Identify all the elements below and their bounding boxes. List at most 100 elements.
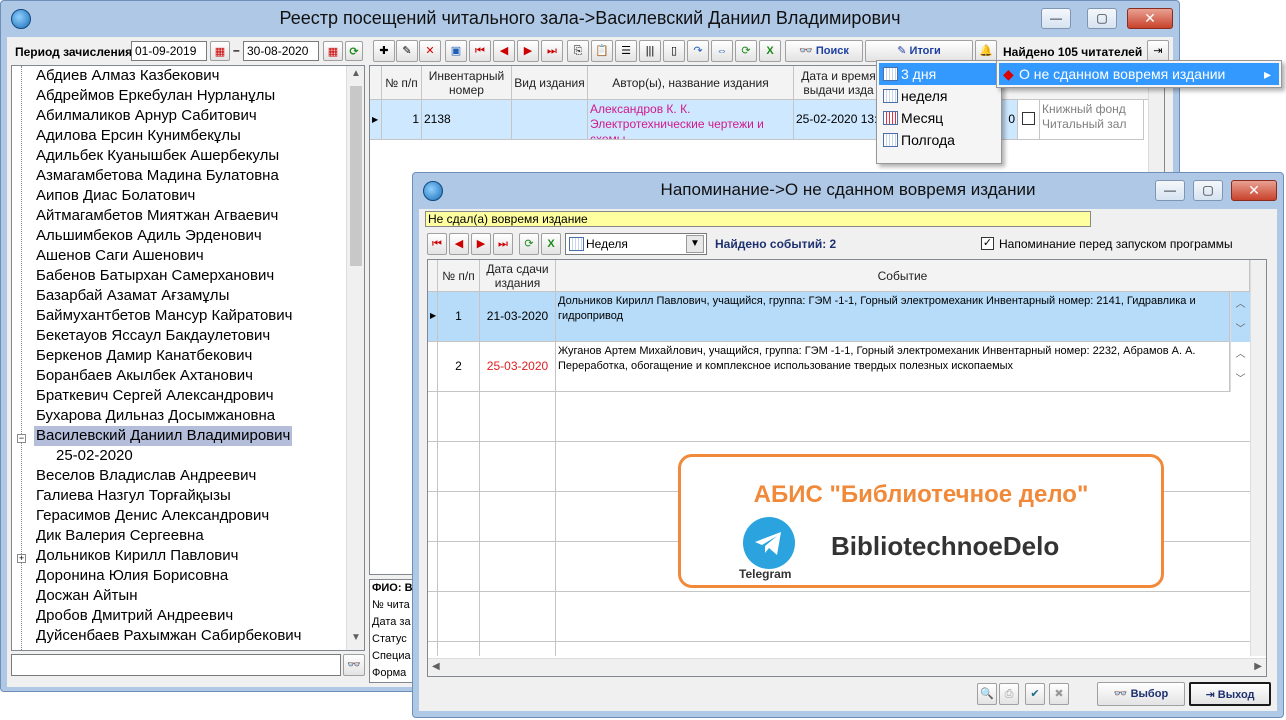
reminder-minimize-button[interactable]: — xyxy=(1155,180,1185,201)
events-row1-event[interactable]: Дольников Кирилл Павлович, учащийся, гру… xyxy=(556,292,1230,342)
menu-item-halfyear[interactable]: Полгода xyxy=(879,129,999,151)
expand-toggle[interactable]: + xyxy=(17,554,26,563)
menu-item-month[interactable]: Месяц xyxy=(879,107,999,129)
scroll-right-icon[interactable]: ▶ xyxy=(1254,661,1262,672)
minimize-button[interactable]: — xyxy=(1041,8,1071,29)
tree-reader-item[interactable]: Василевский Даниил Владимирович xyxy=(34,426,293,446)
maximize-button[interactable]: ▢ xyxy=(1087,8,1117,29)
barcode-small-icon[interactable]: ▯ xyxy=(663,40,685,62)
tree-reader-item[interactable]: Базарбай Азамат Ағзамұлы xyxy=(34,286,231,306)
row-scroll-down-icon[interactable]: ﹀ xyxy=(1231,370,1250,385)
paste-icon[interactable]: 📋 xyxy=(591,40,613,62)
reminder-maximize-button[interactable]: ▢ xyxy=(1193,180,1223,201)
tree-reader-item[interactable]: Герасимов Денис Александрович xyxy=(34,506,271,526)
visits-cell-fund[interactable]: Книжный фонд Читальный зал xyxy=(1040,100,1144,140)
row-scroll-down-icon[interactable]: ﹀ xyxy=(1231,320,1250,335)
tree-reader-item[interactable]: Бабенов Батырхан Самерханович xyxy=(34,266,276,286)
tree-reader-item[interactable]: Абилмаликов Арнур Сабитович xyxy=(34,106,259,126)
submenu-item-overdue[interactable]: ◆ О не сданном вовремя издании ▸ xyxy=(999,63,1279,85)
list-icon[interactable]: ☰ xyxy=(615,40,637,62)
tree-reader-item[interactable]: Бекетауов Яссаул Бакдаулетович xyxy=(34,326,272,346)
expand-icon[interactable]: ⇔ xyxy=(711,40,733,62)
exit-door-icon[interactable]: ⇥ xyxy=(1147,40,1169,62)
tree-reader-item[interactable]: Дуйсенбаев Рахымжан Сабирбекович xyxy=(34,626,304,646)
period-select[interactable]: Неделя ▼ xyxy=(565,233,707,255)
events-row1-scrollbar[interactable]: ︿ ﹀ xyxy=(1230,292,1250,342)
events-row1-num[interactable]: 1 xyxy=(438,292,480,342)
row-scroll-up-icon[interactable]: ︿ xyxy=(1231,345,1250,360)
events-row2-num[interactable]: 2 xyxy=(438,342,480,392)
preview-icon[interactable]: 🔍 xyxy=(977,683,997,705)
tree-reader-item[interactable]: Доронина Юлия Борисовна xyxy=(34,566,230,586)
date-to-field[interactable]: 30-08-2020 xyxy=(243,41,319,61)
remind-checkbox[interactable]: ✓ xyxy=(981,237,994,250)
return-icon[interactable]: ↷ xyxy=(687,40,709,62)
scroll-left-icon[interactable]: ◀ xyxy=(432,661,440,672)
scroll-down-icon[interactable]: ▼ xyxy=(347,632,364,643)
exit-button[interactable]: ⇥ Выход xyxy=(1189,682,1271,706)
tree-reader-item[interactable]: Браткевич Сергей Александрович xyxy=(34,386,276,406)
tree-reader-item[interactable]: Веселов Владислав Андреевич xyxy=(34,466,258,486)
totals-button[interactable]: ✎ Итоги xyxy=(865,40,973,62)
close-button[interactable]: ✕ xyxy=(1127,8,1173,29)
excel-events-icon[interactable]: X xyxy=(541,233,561,255)
tree-reader-item[interactable]: Боранбаев Акылбек Ахтанович xyxy=(34,366,255,386)
chevron-down-icon[interactable]: ▼ xyxy=(686,235,704,253)
calendar-to-icon[interactable]: ▦ xyxy=(323,41,343,61)
reader-tree[interactable]: Абдиев Алмаз Казбекович Абдреймов Еркебул… xyxy=(11,65,365,651)
first-record-icon[interactable]: ⏮ xyxy=(469,40,491,62)
clear-icon[interactable]: ✖ xyxy=(1049,683,1069,705)
last-event-icon[interactable]: ⏭ xyxy=(493,233,513,255)
tree-reader-item[interactable]: Айтмагамбетов Миятжан Агваевич xyxy=(34,206,280,226)
date-from-field[interactable]: 01-09-2019 xyxy=(131,41,207,61)
delete-icon[interactable]: ✕ xyxy=(419,40,441,62)
visits-cell-date[interactable]: 25-02-2020 13: xyxy=(794,100,884,140)
events-row2-scrollbar[interactable]: ︿ ﹀ xyxy=(1230,342,1250,392)
events-hscrollbar[interactable]: ◀ ▶ xyxy=(428,658,1266,676)
tree-reader-item[interactable]: Ашенов Саги Ашенович xyxy=(34,246,206,266)
reader-search-input[interactable] xyxy=(11,654,341,676)
reload-icon[interactable]: ⟳ xyxy=(735,40,757,62)
tree-reader-item[interactable]: Бухарова Дильназ Досымжановна xyxy=(34,406,277,426)
tree-reader-item[interactable]: Аипов Диас Болатович xyxy=(34,186,197,206)
visits-checkbox[interactable] xyxy=(1022,112,1035,125)
reminder-close-button[interactable]: ✕ xyxy=(1231,180,1277,201)
search-button[interactable]: 👓 Поиск xyxy=(785,40,863,62)
print-icon[interactable]: ⎙ xyxy=(999,683,1019,705)
visits-cell-check[interactable] xyxy=(1018,100,1040,140)
prev-event-icon[interactable]: ◀ xyxy=(449,233,469,255)
refresh-events-icon[interactable]: ⟳ xyxy=(519,233,539,255)
row-scroll-up-icon[interactable]: ︿ xyxy=(1231,295,1250,310)
tree-reader-item[interactable]: Галиева Назгул Торғайқызы xyxy=(34,486,233,506)
visits-cell-title[interactable]: Александров К. К. Электротехнические чер… xyxy=(588,100,794,140)
tree-reader-item[interactable]: Абдиев Алмаз Казбекович xyxy=(34,66,221,86)
scroll-up-icon[interactable]: ▲ xyxy=(347,68,364,79)
scroll-thumb[interactable] xyxy=(350,86,362,266)
calendar-from-icon[interactable]: ▦ xyxy=(210,41,230,61)
tree-reader-item[interactable]: Азмагамбетова Мадина Булатовна xyxy=(34,166,281,186)
edit-icon[interactable]: ✎ xyxy=(396,40,418,62)
events-row2-date[interactable]: 25-03-2020 xyxy=(480,342,556,392)
tree-reader-item[interactable]: Баймухантбетов Мансур Кайратович xyxy=(34,306,294,326)
refresh-icon[interactable]: ⟳ xyxy=(345,41,363,61)
visits-cell-type[interactable] xyxy=(512,100,588,140)
tree-reader-item[interactable]: Альшимбеков Адиль Эрденович xyxy=(34,226,264,246)
tree-reader-item[interactable]: Адилова Ерсин Кунимбекұлы xyxy=(34,126,243,146)
barcode-icon[interactable]: ||| xyxy=(639,40,661,62)
next-event-icon[interactable]: ▶ xyxy=(471,233,491,255)
bell-icon[interactable]: 🔔 xyxy=(975,40,997,62)
next-record-icon[interactable]: ▶ xyxy=(517,40,539,62)
select-button[interactable]: 👓 Выбор xyxy=(1097,682,1185,706)
reader-search-icon[interactable]: 👓 xyxy=(343,654,365,676)
tree-scrollbar[interactable]: ▲ ▼ xyxy=(346,66,364,650)
prev-record-icon[interactable]: ◀ xyxy=(493,40,515,62)
menu-item-week[interactable]: неделя xyxy=(879,85,999,107)
visits-cell-inv[interactable]: 2138 xyxy=(422,100,512,140)
tree-reader-item[interactable]: Дробов Дмитрий Андреевич xyxy=(34,606,235,626)
tree-reader-item[interactable]: Дик Валерия Сергеевна xyxy=(34,526,206,546)
reader-card-icon[interactable]: ▣ xyxy=(445,40,467,62)
add-icon[interactable]: ✚ xyxy=(373,40,395,62)
tree-reader-item[interactable]: Адильбек Куанышбек Ашербекулы xyxy=(34,146,281,166)
menu-item-3days[interactable]: 3 дня xyxy=(879,63,999,85)
events-scrollbar[interactable] xyxy=(1250,292,1266,656)
